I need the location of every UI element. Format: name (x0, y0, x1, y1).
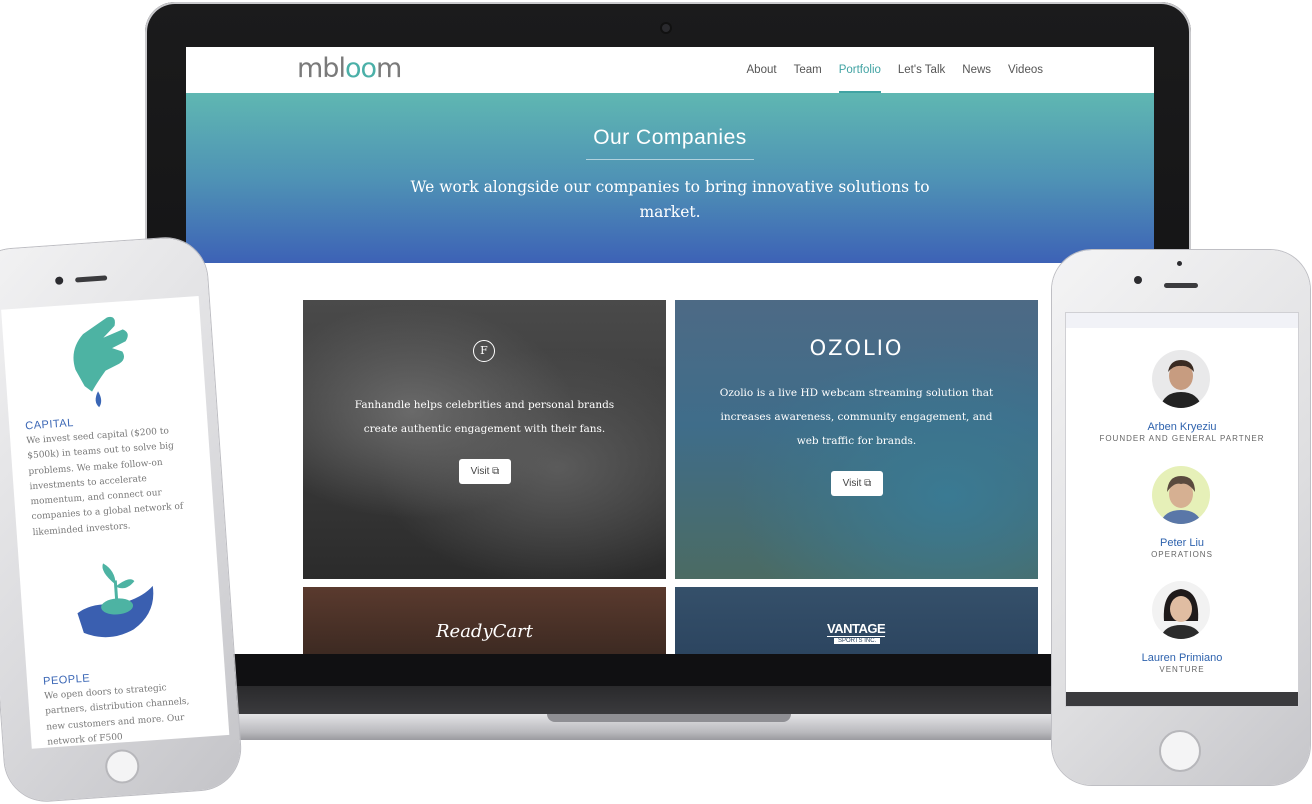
member-role: FOUNDER AND GENERAL PARTNER (1099, 434, 1265, 443)
member-name: Arben Kryeziu (1147, 421, 1217, 433)
speaker-icon (1164, 283, 1198, 288)
section-heading-people: PEOPLE (42, 672, 91, 688)
member-name: Lauren Primiano (1141, 652, 1223, 664)
nav-news[interactable]: News (962, 47, 991, 93)
avatar (1152, 466, 1210, 524)
visit-button-ozolio[interactable]: Visit ⧉ (831, 471, 883, 496)
hero-banner: Our Companies We work alongside our comp… (186, 93, 1154, 263)
section-text-people: We open doors to strategic partners, dis… (43, 683, 190, 748)
section-text-capital: We invest seed capital ($200 to $500k) i… (26, 426, 184, 538)
vantage-logo-sub: SPORTS INC. (834, 638, 881, 644)
member-role: OPERATIONS (1151, 550, 1213, 559)
hand-plant-illustration (77, 563, 154, 638)
laptop-chin (186, 654, 1154, 686)
phone-right-screen: Arben Kryeziu FOUNDER AND GENERAL PARTNE… (1065, 312, 1299, 707)
home-button-icon[interactable] (1159, 730, 1201, 772)
status-bar (1066, 313, 1298, 328)
nav-team[interactable]: Team (794, 47, 822, 93)
phone-left-screen: CAPITAL We invest seed capital ($200 to … (1, 295, 230, 749)
page-title: Our Companies (593, 126, 747, 149)
bottom-bar (1066, 692, 1298, 706)
external-link-icon: ⧉ (492, 466, 500, 477)
company-tile-readycart[interactable]: ReadyCart (303, 587, 666, 654)
avatar (1152, 581, 1210, 639)
phone-left: CAPITAL We invest seed capital ($200 to … (0, 235, 244, 804)
member-role: VENTURE (1159, 665, 1205, 674)
vantage-logo: VANTAGE (827, 621, 886, 637)
laptop-screen: mbloom About Team Portfolio Let's Talk N… (186, 47, 1154, 654)
camera-icon (1177, 261, 1182, 266)
company-tile-vantage[interactable]: VANTAGE SPORTS INC. (675, 587, 1038, 654)
laptop-notch (547, 714, 791, 722)
laptop-camera-icon (662, 24, 670, 32)
readycart-logo: ReadyCart (436, 621, 533, 642)
member-name: Peter Liu (1159, 537, 1205, 549)
company-tile-ozolio[interactable]: OZOLIO Ozolio is a live HD webcam stream… (675, 300, 1038, 579)
avatar (1152, 350, 1210, 408)
site-header: mbloom About Team Portfolio Let's Talk N… (186, 47, 1154, 94)
title-divider (586, 159, 754, 160)
main-nav: About Team Portfolio Let's Talk News Vid… (747, 47, 1043, 93)
mbloom-logo[interactable]: mbloom (297, 53, 402, 84)
external-link-icon: ⧉ (864, 478, 872, 489)
nav-about[interactable]: About (747, 47, 777, 93)
company-description: Ozolio is a live HD webcam streaming sol… (719, 387, 994, 447)
nav-portfolio[interactable]: Portfolio (838, 47, 882, 93)
phone-right: Arben Kryeziu FOUNDER AND GENERAL PARTNE… (1052, 250, 1310, 785)
visit-button-fanhandle[interactable]: Visit ⧉ (459, 459, 511, 484)
nav-videos[interactable]: Videos (1008, 47, 1043, 93)
laptop-hinge (150, 686, 1190, 714)
ozolio-logo: OZOLIO (809, 336, 904, 360)
company-description: Fanhandle helps celebrities and personal… (354, 399, 615, 435)
nav-lets-talk[interactable]: Let's Talk (898, 47, 945, 93)
company-tile-fanhandle[interactable]: F Fanhandle helps celebrities and person… (303, 300, 666, 579)
hero-subtitle: We work alongside our companies to bring… (410, 178, 930, 221)
fanhandle-logo: F (473, 340, 495, 362)
section-heading-capital: CAPITAL (24, 417, 75, 433)
sensor-icon (1134, 276, 1142, 284)
hand-drop-illustration (73, 316, 128, 408)
